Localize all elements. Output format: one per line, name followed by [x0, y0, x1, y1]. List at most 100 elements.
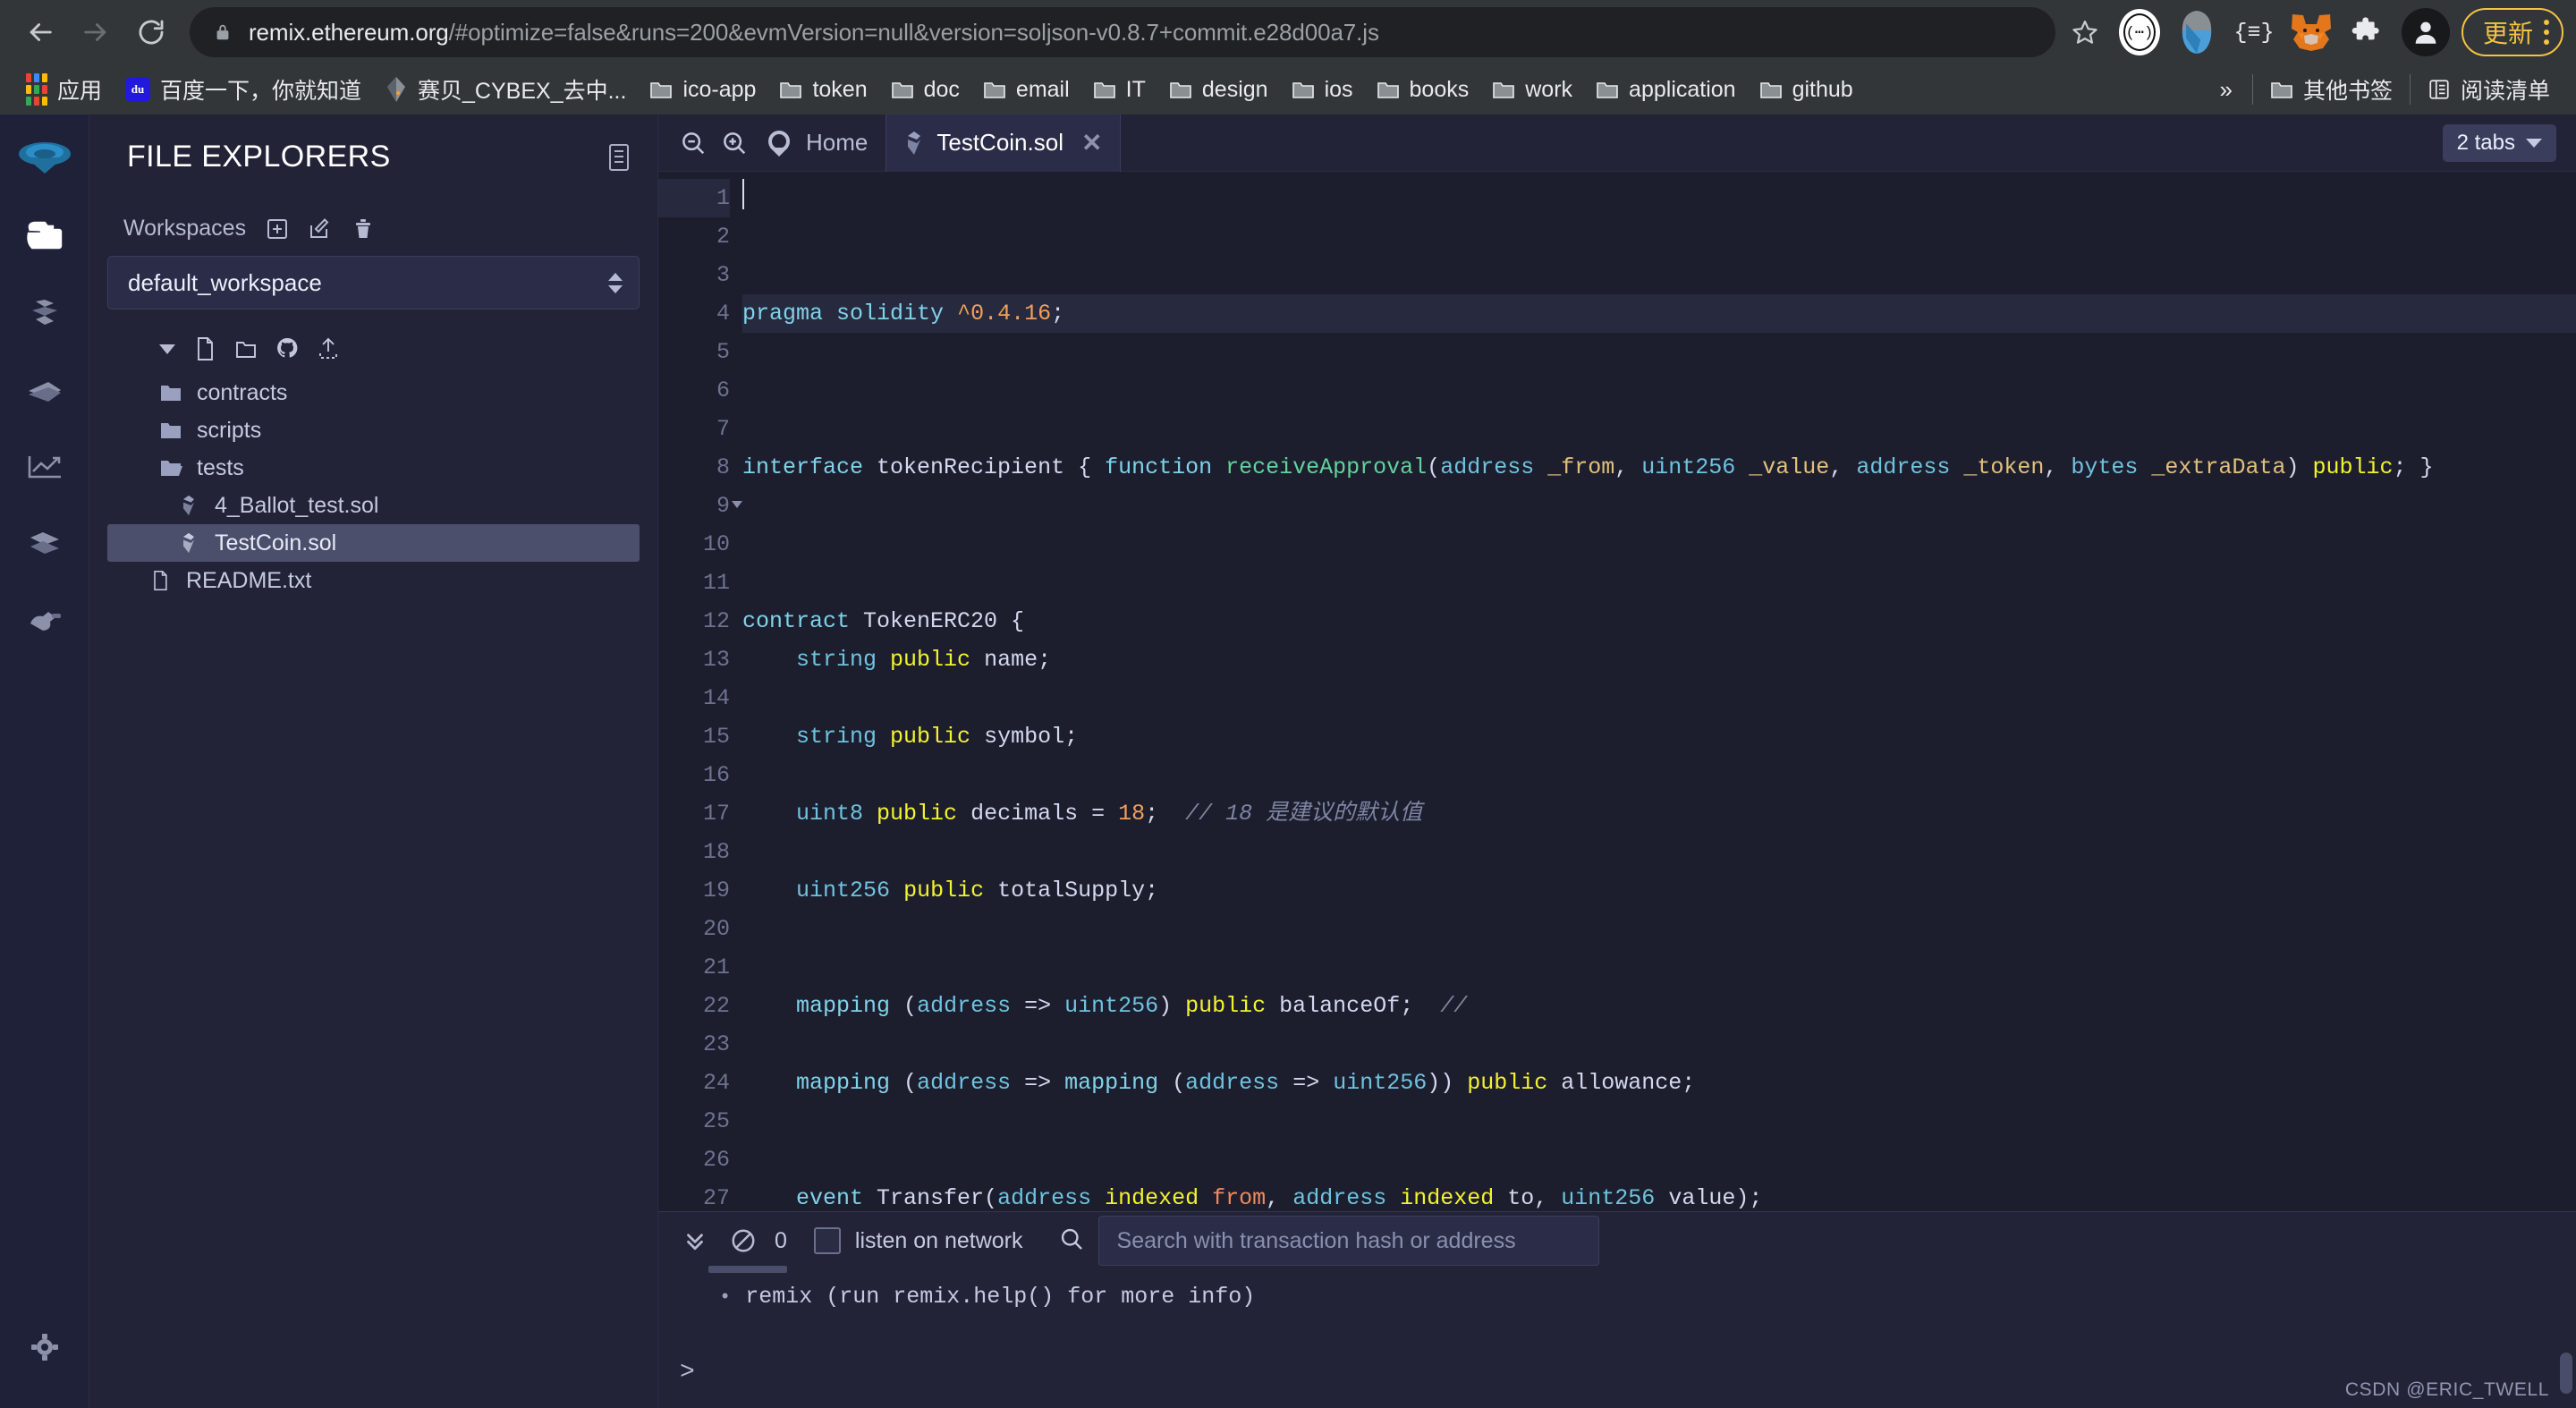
extensions-puzzle-icon [2351, 14, 2386, 50]
back-button[interactable] [13, 4, 68, 60]
tab-testcoin-sol[interactable]: TestCoin.sol ✕ [886, 115, 1121, 172]
update-button[interactable]: 更新 [2462, 8, 2563, 56]
code-content[interactable]: pragma solidity ^0.4.16; interface tokenR… [737, 172, 2576, 1211]
new-folder-icon[interactable] [234, 336, 258, 361]
spinner-arrows-icon[interactable] [608, 273, 623, 293]
tree-item-scripts[interactable]: scripts [107, 411, 640, 449]
code-line: event Transfer(address indexed from, add… [742, 1179, 2576, 1211]
profile-button[interactable] [2399, 5, 2453, 59]
sidebar-item-solidity-unit-testing[interactable] [14, 513, 75, 574]
bookmark-ico-app[interactable]: ico-app [638, 72, 767, 108]
folder-icon [159, 420, 182, 441]
bookmark-books[interactable]: books [1365, 72, 1481, 108]
line-number: 26 [658, 1141, 730, 1179]
bookmarks-overflow-button[interactable]: » [2206, 76, 2247, 104]
panel-toggle-icon[interactable] [607, 143, 631, 172]
line-number: 3 [658, 256, 730, 294]
terminal-output[interactable]: • remix (run remix.help() for more info)… [658, 1269, 2576, 1408]
bookmark-doc[interactable]: doc [879, 72, 971, 108]
line-number: 20 [658, 910, 730, 948]
bookmarks-divider [2252, 74, 2253, 105]
rename-workspace-icon[interactable] [309, 216, 332, 242]
line-number: 10 [658, 525, 730, 564]
code-line: pragma solidity ^0.4.16; [742, 294, 2576, 333]
delete-workspace-icon[interactable] [352, 216, 375, 242]
url-text: remix.ethereum.org/#optimize=false&runs=… [249, 19, 1379, 47]
remix-logo[interactable] [17, 131, 72, 186]
sidebar-item-solidity-analysis[interactable] [14, 437, 75, 497]
listen-on-network-checkbox[interactable] [814, 1227, 841, 1254]
bookmark-ios[interactable]: ios [1280, 72, 1365, 108]
workspace-select[interactable]: default_workspace [107, 256, 640, 310]
tab-home[interactable]: Home [755, 115, 886, 172]
bookmark-label: 百度一下，你就知道 [160, 73, 361, 106]
bookmark-label: 应用 [57, 73, 102, 106]
create-workspace-icon[interactable] [266, 216, 289, 242]
bookmark-work[interactable]: work [1480, 72, 1584, 108]
metamask-button[interactable] [2284, 5, 2338, 59]
tree-item-readme-txt[interactable]: README.txt [107, 562, 640, 599]
sidebar-item-file-explorers[interactable] [14, 206, 75, 267]
search-icon-glyph [1059, 1226, 1084, 1251]
terminal-scrollbar-thumb[interactable] [2560, 1353, 2572, 1394]
forward-button[interactable] [68, 4, 123, 60]
folder-icon [983, 80, 1006, 99]
file-explorers-icon [25, 218, 64, 254]
other-bookmarks-button[interactable]: 其他书签 [2258, 68, 2404, 111]
sidebar-item-settings[interactable] [14, 1317, 75, 1378]
tab-label: TestCoin.sol [936, 129, 1063, 157]
terminal-partial-line [708, 1266, 787, 1273]
bookmark-github[interactable]: github [1748, 72, 1865, 108]
line-number: 6 [658, 371, 730, 410]
tree-item-contracts[interactable]: contracts [107, 374, 640, 411]
clear-console-button[interactable] [719, 1217, 767, 1265]
sidebar-item-solidity-compiler[interactable] [14, 283, 75, 344]
double-chevron-down-icon [682, 1227, 708, 1254]
sidebar-item-deploy-run[interactable] [14, 360, 75, 420]
bookmark-token[interactable]: token [767, 72, 878, 108]
bookmark-label: doc [924, 77, 960, 103]
cybex-icon [385, 76, 408, 103]
tree-toolbar [107, 310, 640, 361]
bookmark-apps[interactable]: 应用 [14, 68, 114, 111]
bookmark-it[interactable]: IT [1081, 72, 1157, 108]
code-line: interface tokenRecipient { function rece… [742, 448, 2576, 487]
tree-item-label: tests [197, 455, 244, 481]
code-line [742, 333, 2576, 371]
close-icon[interactable]: ✕ [1081, 128, 1102, 157]
line-number: 23 [658, 1025, 730, 1064]
terminal-prompt[interactable]: > [680, 1359, 695, 1387]
workspaces-label: Workspaces [123, 216, 246, 242]
kebab-menu-icon[interactable] [2544, 20, 2549, 45]
bookmark-email[interactable]: email [971, 72, 1081, 108]
terminal-collapse-button[interactable] [671, 1217, 719, 1265]
chevron-down-icon[interactable] [159, 344, 175, 354]
tree-item-4-ballot-test-sol[interactable]: 4_Ballot_test.sol [107, 487, 640, 524]
bookmark-star-button[interactable] [2061, 8, 2109, 56]
publish-upload-icon[interactable] [317, 336, 340, 361]
reload-button[interactable] [123, 4, 179, 60]
code-editor[interactable]: 1234567891011121314151617181920212223242… [658, 172, 2576, 1211]
github-clone-icon[interactable] [275, 336, 299, 361]
bookmark-baidu[interactable]: du 百度一下，你就知道 [114, 68, 373, 111]
bookmark-design[interactable]: design [1157, 72, 1280, 108]
search-icon[interactable] [1059, 1226, 1084, 1256]
tree-item-testcoin-sol[interactable]: TestCoin.sol [107, 524, 640, 562]
vimium-button[interactable] [2170, 5, 2224, 59]
new-file-icon[interactable] [193, 336, 216, 361]
bookmark-application[interactable]: application [1584, 72, 1748, 108]
brave-shields-button[interactable]: (⋯) [2113, 5, 2166, 59]
tree-item-tests[interactable]: tests [107, 449, 640, 487]
zoom-in-button[interactable] [714, 123, 755, 164]
address-bar[interactable]: remix.ethereum.org/#optimize=false&runs=… [190, 7, 2055, 57]
transaction-search-input[interactable]: Search with transaction hash or address [1098, 1216, 1599, 1266]
json-formatter-icon: {≡} [2233, 20, 2274, 46]
bookmark-cybex[interactable]: 赛贝_CYBEX_去中... [373, 68, 638, 111]
tabs-count-dropdown[interactable]: 2 tabs [2443, 124, 2556, 162]
json-formatter-button[interactable]: {≡} [2227, 5, 2281, 59]
extensions-button[interactable] [2342, 5, 2395, 59]
sidebar-item-plugin-manager[interactable] [14, 590, 75, 651]
zoom-out-button[interactable] [673, 123, 714, 164]
reading-list-button[interactable]: 阅读清单 [2416, 68, 2562, 111]
bookmark-label: ico-app [682, 77, 756, 103]
